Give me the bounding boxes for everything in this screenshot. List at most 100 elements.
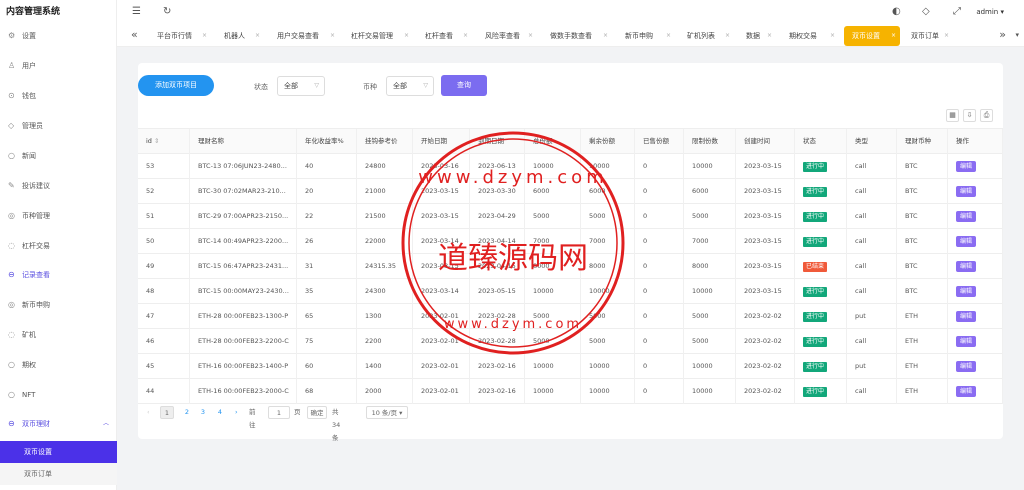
edit-button[interactable]: 编辑 bbox=[956, 186, 977, 197]
close-icon[interactable]: × bbox=[330, 26, 335, 46]
page-number-2[interactable]: 2 bbox=[180, 406, 194, 419]
tabs-menu-icon[interactable]: ▾ bbox=[1015, 31, 1019, 39]
page-size-select[interactable]: 10 条/页 ▾ bbox=[366, 406, 408, 419]
tag-icon[interactable]: ◇ bbox=[922, 6, 930, 17]
sidebar-item-6[interactable]: ◎ 币种管理 bbox=[0, 209, 117, 223]
confirm-button[interactable]: 确定 bbox=[307, 406, 327, 419]
tabs-prev-icon[interactable]: « bbox=[131, 28, 138, 41]
sidebar-subitem-dual-orders[interactable]: 双币订单 bbox=[0, 463, 117, 485]
table-cell: 22 bbox=[297, 204, 357, 229]
column-header: 限制份数 bbox=[684, 129, 736, 154]
sidebar-item-label: 矿机 bbox=[22, 331, 36, 339]
gear-icon: ⚙ bbox=[8, 31, 16, 40]
tab-7[interactable]: 新币申购 × bbox=[617, 26, 675, 46]
tab-1[interactable]: 机器人 × bbox=[216, 26, 264, 46]
watermark-bottom-text: www.dzym.com bbox=[444, 317, 582, 332]
sidebar-item-3[interactable]: ◇ 管理员 bbox=[0, 119, 117, 133]
table-cell: 47 bbox=[138, 304, 190, 329]
table-cell: ETH-16 00:00FEB23-1400-P bbox=[190, 354, 297, 379]
refresh-icon[interactable]: ↻ bbox=[163, 6, 171, 17]
next-page-icon[interactable]: › bbox=[235, 406, 243, 419]
sidebar-subitem-dual-settings[interactable]: 双币设置 bbox=[0, 441, 117, 463]
close-icon[interactable]: × bbox=[891, 26, 896, 46]
column-header[interactable]: id ⇕ bbox=[138, 129, 190, 154]
sidebar-item-7[interactable]: ◌ 杠杆交易 bbox=[0, 239, 117, 253]
export-icon[interactable]: ⇩ bbox=[963, 109, 976, 122]
sidebar: 内容管理系统 ⚙ 设置 ♙ 用户 ⊙ 钱包 ◇ 管理员 ○ 新闻 ✎ 投诉建议 ◎ 币种管理 ◌ 杠杆交易 ⊖ 记… bbox=[0, 0, 117, 490]
edit-button[interactable]: 编辑 bbox=[956, 336, 977, 347]
fullscreen-icon[interactable]: ⤢ bbox=[953, 6, 961, 17]
palette-icon[interactable]: ◐ bbox=[892, 6, 901, 17]
edit-button[interactable]: 编辑 bbox=[956, 261, 977, 272]
edit-button[interactable]: 编辑 bbox=[956, 361, 977, 372]
tab-0[interactable]: 平台币行情 × bbox=[149, 26, 211, 46]
sidebar-item-13[interactable]: ⊖ 双币理财 ︿ bbox=[0, 417, 117, 431]
close-icon[interactable]: × bbox=[944, 26, 949, 46]
table-cell: 2023-02-02 bbox=[736, 329, 795, 354]
admin-user[interactable]: admin ▾ bbox=[976, 8, 1004, 16]
table-cell: 0 bbox=[635, 379, 684, 404]
close-icon[interactable]: × bbox=[830, 26, 835, 46]
sidebar-item-12[interactable]: ○ NFT bbox=[0, 388, 117, 402]
close-icon[interactable]: × bbox=[404, 26, 409, 46]
close-icon[interactable]: × bbox=[725, 26, 730, 46]
tab-9[interactable]: 数据 × bbox=[738, 26, 776, 46]
sidebar-item-5[interactable]: ✎ 投诉建议 bbox=[0, 179, 117, 193]
coin-select[interactable]: 全部 ▽ bbox=[386, 76, 434, 96]
table-cell: BTC bbox=[897, 204, 948, 229]
table-cell: BTC bbox=[897, 279, 948, 304]
close-icon[interactable]: × bbox=[528, 26, 533, 46]
sidebar-item-11[interactable]: ○ 期权 bbox=[0, 358, 117, 372]
action-cell: 编辑 bbox=[948, 254, 1003, 279]
status-select[interactable]: 全部 ▽ bbox=[277, 76, 325, 96]
sidebar-item-10[interactable]: ◌ 矿机 bbox=[0, 328, 117, 342]
close-icon[interactable]: × bbox=[463, 26, 468, 46]
add-project-button[interactable]: 添加双币项目 bbox=[138, 75, 214, 96]
collapse-icon[interactable]: ☰ bbox=[132, 6, 141, 17]
close-icon[interactable]: × bbox=[202, 26, 207, 46]
tab-11[interactable]: 双币设置 × bbox=[844, 26, 900, 46]
query-button[interactable]: 查询 bbox=[441, 75, 487, 96]
goto-page-input[interactable]: 1 bbox=[268, 406, 290, 419]
user-icon: ♙ bbox=[8, 61, 16, 70]
prev-page-icon[interactable]: ‹ bbox=[147, 406, 155, 419]
sort-icon[interactable]: ⇕ bbox=[152, 137, 159, 145]
tab-8[interactable]: 矿机列表 × bbox=[679, 26, 734, 46]
edit-button[interactable]: 编辑 bbox=[956, 236, 977, 247]
table-cell: call bbox=[847, 379, 897, 404]
status-badge: 进行中 bbox=[803, 312, 828, 322]
edit-button[interactable]: 编辑 bbox=[956, 386, 977, 397]
columns-icon[interactable]: ▦ bbox=[946, 109, 959, 122]
sidebar-item-2[interactable]: ⊙ 钱包 bbox=[0, 89, 117, 103]
tab-3[interactable]: 杠杆交易管理 × bbox=[343, 26, 413, 46]
close-icon[interactable]: × bbox=[255, 26, 260, 46]
page-number-4[interactable]: 4 bbox=[213, 406, 227, 419]
edit-button[interactable]: 编辑 bbox=[956, 286, 977, 297]
tab-5[interactable]: 风险率查看 × bbox=[477, 26, 537, 46]
sidebar-item-8[interactable]: ⊖ 记录查看 bbox=[0, 268, 117, 282]
close-icon[interactable]: × bbox=[767, 26, 772, 46]
sidebar-item-4[interactable]: ○ 新闻 bbox=[0, 149, 117, 163]
tab-6[interactable]: 做数手数查看 × bbox=[542, 26, 612, 46]
sidebar-item-label: 杠杆交易 bbox=[22, 242, 50, 250]
tab-12[interactable]: 双币订单 × bbox=[903, 26, 953, 46]
tab-label: 矿机列表 bbox=[687, 32, 715, 40]
table-cell: 2023-03-15 bbox=[736, 254, 795, 279]
table-cell: call bbox=[847, 204, 897, 229]
close-icon[interactable]: × bbox=[666, 26, 671, 46]
sidebar-item-9[interactable]: ◎ 新币申购 bbox=[0, 298, 117, 312]
tab-10[interactable]: 期权交易 × bbox=[781, 26, 839, 46]
edit-button[interactable]: 编辑 bbox=[956, 211, 977, 222]
tab-2[interactable]: 用户交易查看 × bbox=[269, 26, 339, 46]
edit-button[interactable]: 编辑 bbox=[956, 311, 977, 322]
edit-button[interactable]: 编辑 bbox=[956, 161, 977, 172]
tabs-next-icon[interactable]: » bbox=[999, 28, 1006, 41]
close-icon[interactable]: × bbox=[603, 26, 608, 46]
page-number-1[interactable]: 1 bbox=[160, 406, 174, 419]
sidebar-item-0[interactable]: ⚙ 设置 bbox=[0, 29, 117, 43]
sidebar-item-label: 用户 bbox=[22, 62, 36, 70]
tab-4[interactable]: 杠杆查看 × bbox=[417, 26, 472, 46]
print-icon[interactable]: ⎙ bbox=[980, 109, 993, 122]
sidebar-item-1[interactable]: ♙ 用户 bbox=[0, 59, 117, 73]
page-number-3[interactable]: 3 bbox=[196, 406, 210, 419]
